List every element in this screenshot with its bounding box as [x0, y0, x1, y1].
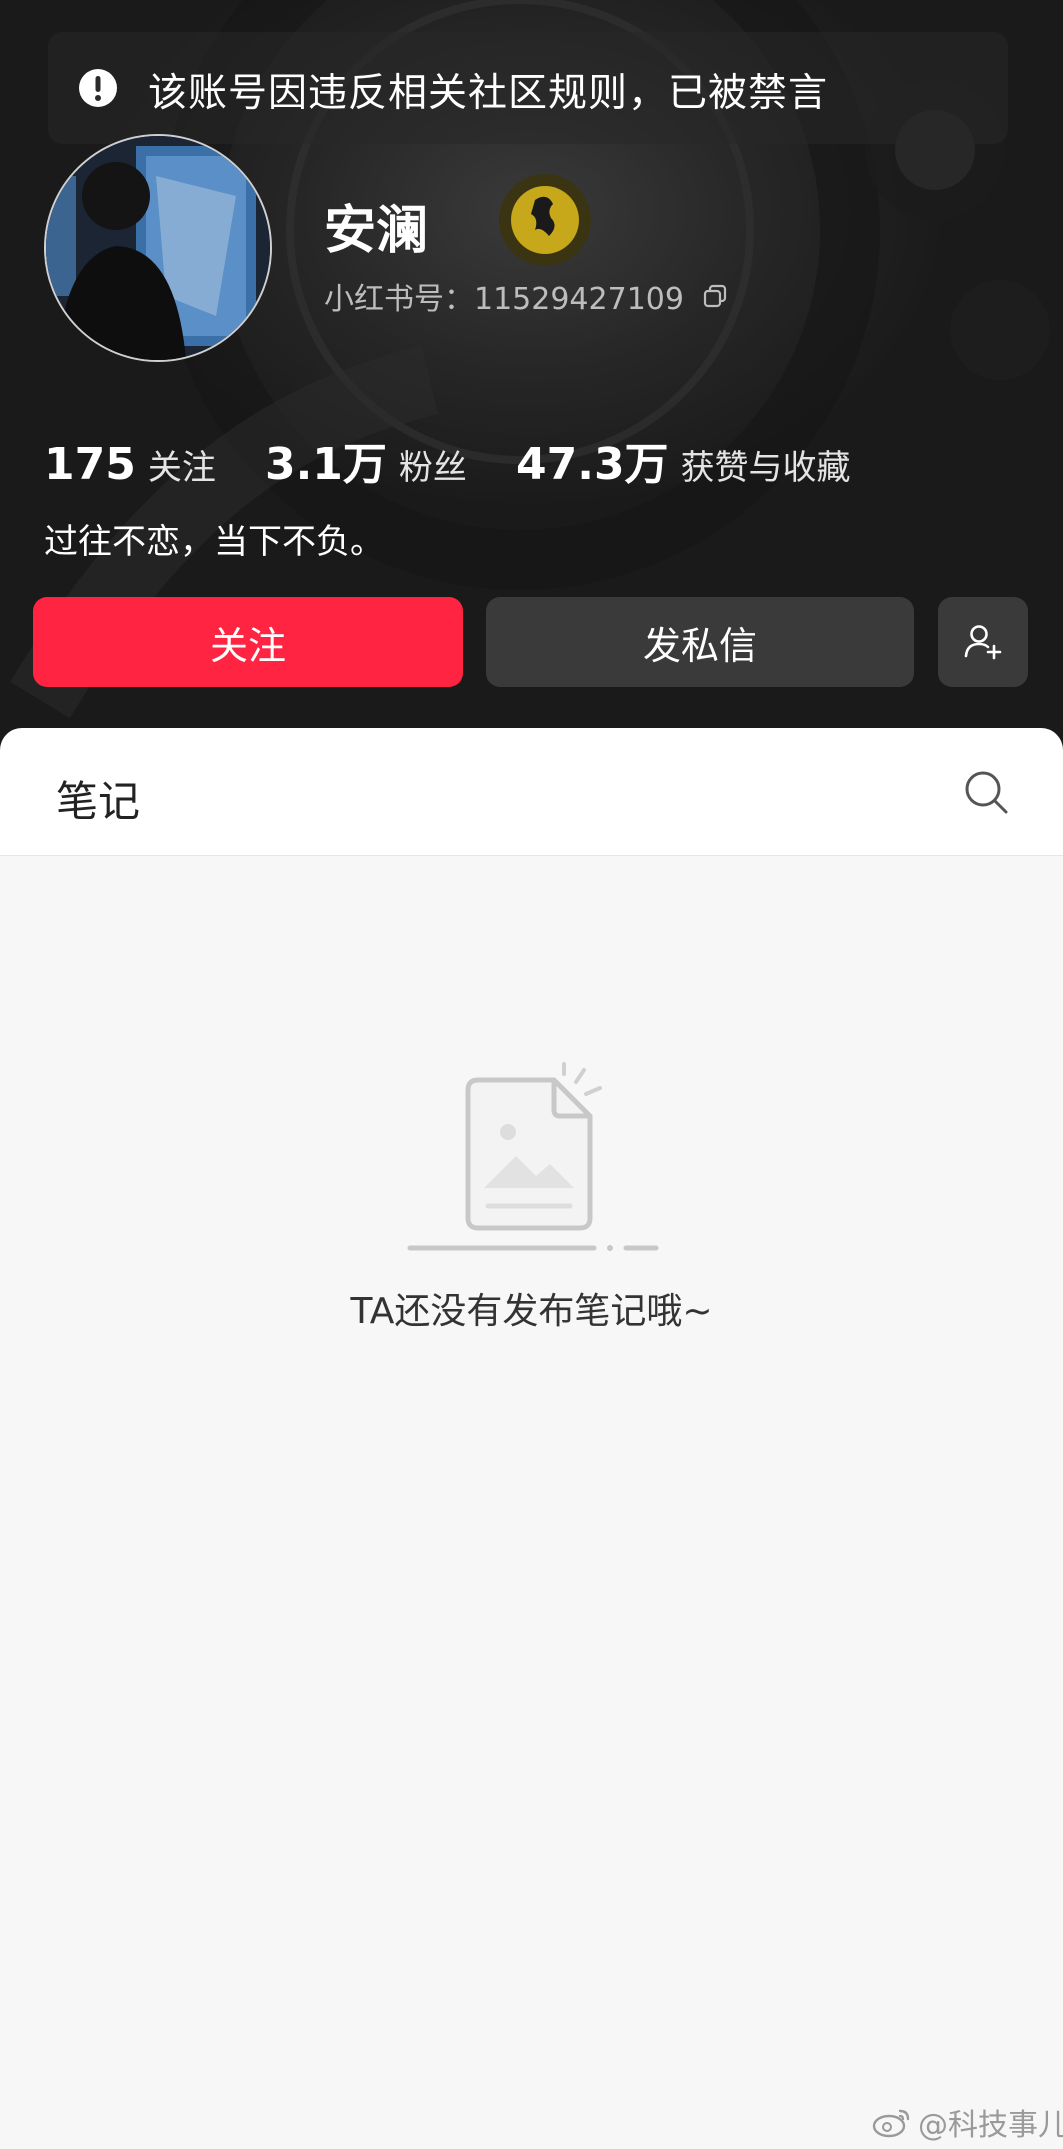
stat-label: 粉丝: [398, 448, 467, 488]
stat-value: 47.3万: [516, 439, 669, 490]
exclamation-icon: [79, 69, 117, 107]
stat-label: 关注: [147, 448, 216, 488]
empty-document-icon: [407, 1062, 659, 1251]
search-icon[interactable]: [962, 768, 1010, 816]
stat-value: 3.1万: [264, 439, 387, 490]
ban-notice: 该账号因违反相关社区规则，已被禁言: [48, 32, 1008, 144]
stats-row: 175 关注 3.1万 粉丝 47.3万 获赞与收藏: [44, 428, 895, 490]
stat-value: 175: [44, 439, 136, 490]
empty-state-text: TA还没有发布笔记哦~: [350, 1291, 713, 1332]
stat-label: 获赞与收藏: [680, 448, 851, 488]
stat-followers[interactable]: 3.1万 粉丝: [265, 428, 467, 492]
tab-notes[interactable]: 笔记: [56, 768, 140, 829]
profile-bio: 过往不恋，当下不负。: [44, 522, 384, 562]
profile-name: 安澜: [324, 201, 429, 261]
follow-button[interactable]: 关注: [33, 597, 463, 687]
account-id: 小红书号：11529427109: [324, 282, 684, 317]
watermark: @科技事儿: [872, 2100, 1063, 2144]
add-friend-button[interactable]: [938, 597, 1028, 687]
notes-tab-bar: 笔记: [0, 728, 1063, 856]
weibo-icon: [872, 2109, 910, 2138]
stat-likes-collects[interactable]: 47.3万 获赞与收藏: [516, 428, 851, 492]
add-user-icon: [964, 625, 1002, 660]
watermark-text: @科技事儿: [918, 2108, 1063, 2143]
avatar-image: [46, 136, 270, 360]
stat-following[interactable]: 175 关注: [44, 439, 216, 490]
copy-icon[interactable]: [701, 282, 729, 310]
avatar[interactable]: [44, 134, 272, 362]
ban-notice-text: 该账号因违反相关社区规则，已被禁言: [148, 71, 829, 116]
message-button[interactable]: 发私信: [486, 597, 914, 687]
account-id-row[interactable]: 小红书号：11529427109: [324, 274, 729, 317]
